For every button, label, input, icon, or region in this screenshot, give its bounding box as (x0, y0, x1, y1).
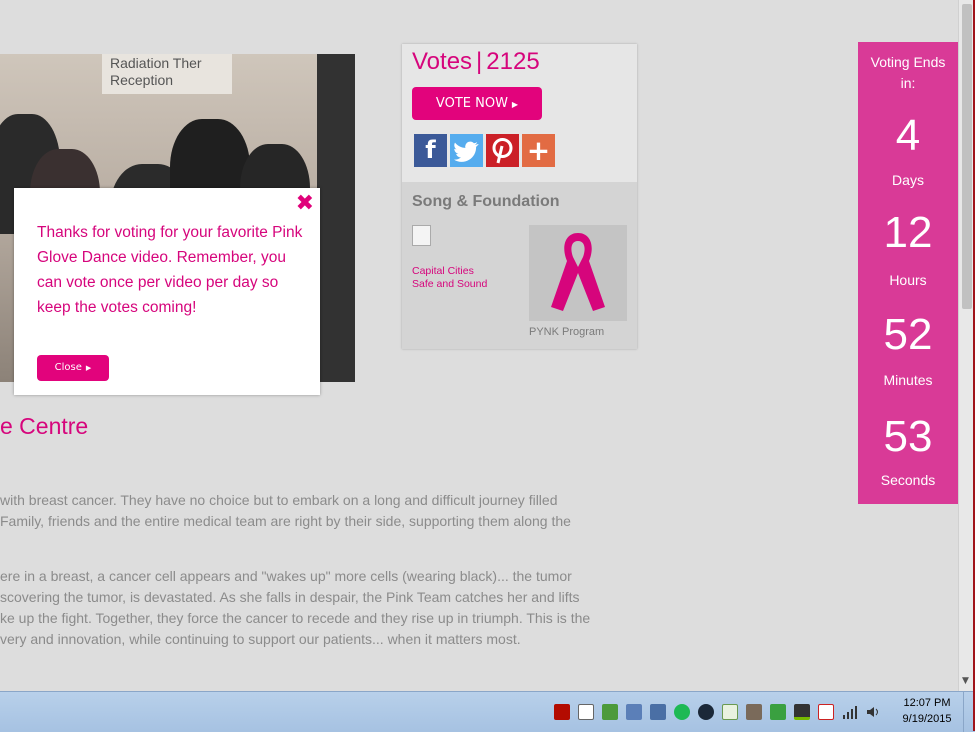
adobe-icon[interactable] (554, 704, 570, 720)
twitter-icon[interactable] (450, 134, 483, 167)
sign-text-2: Reception (110, 72, 174, 88)
clock-time[interactable]: 12:07 PM (893, 697, 961, 709)
body-text-line: Family, friends and the entire medical t… (0, 513, 571, 529)
signal-bars-icon[interactable] (842, 704, 858, 720)
vote-now-button[interactable]: VOTE NOW ▶ (412, 87, 542, 120)
countdown-minutes: 52 (883, 310, 933, 359)
network-app-icon[interactable] (626, 704, 642, 720)
facebook-icon[interactable]: f (414, 134, 447, 167)
song-foundation-panel: Song & Foundation Capital Cities Safe an… (402, 182, 637, 349)
countdown-heading-line1: Voting Ends (870, 54, 946, 70)
countdown-days-label: Days (892, 172, 924, 188)
countdown-minutes-label: Minutes (883, 372, 933, 388)
vote-now-label: VOTE NOW (435, 96, 508, 111)
security-shield-icon[interactable] (602, 704, 618, 720)
close-x-icon[interactable]: ✖ (296, 191, 314, 217)
body-text-line: scovering the tumor, is devastated. As s… (0, 589, 580, 605)
song-title: Song & Foundation (412, 193, 560, 210)
windows-flag-icon[interactable] (578, 704, 594, 720)
sign-text-1: Radiation Ther (110, 55, 202, 71)
nvidia-icon[interactable] (794, 704, 810, 720)
body-text-line: with breast cancer. They have no choice … (0, 492, 558, 508)
votes-counter: Votes | 2125 (412, 48, 540, 76)
countdown-days: 4 (895, 111, 921, 160)
pink-ribbon-icon (551, 233, 605, 311)
share-plus-icon[interactable]: + (522, 134, 555, 167)
countdown-seconds-label: Seconds (880, 472, 936, 488)
spotify-icon[interactable] (674, 704, 690, 720)
votes-label: Votes (412, 48, 473, 75)
modal-close-button[interactable]: Close ▶ (37, 355, 109, 381)
song-link[interactable]: Capital Cities Safe and Sound (412, 265, 487, 291)
voting-countdown: Voting Ends in: 4 Days 12 Hours 52 Minut… (858, 42, 958, 504)
play-triangle-icon: ▶ (511, 100, 519, 109)
page-title: e Centre (0, 413, 89, 439)
modal-message: Thanks for voting for your favorite Pink… (37, 224, 303, 316)
volume-icon[interactable] (865, 704, 881, 720)
tool-x-icon[interactable] (746, 704, 762, 720)
app-leaf-icon[interactable] (722, 704, 738, 720)
pink-ribbon-image[interactable] (529, 225, 627, 321)
body-text-line: ke up the fight. Together, they force th… (0, 610, 591, 626)
page-content: Radiation Ther Reception ✖ Thanks for vo… (0, 0, 958, 691)
vote-confirmation-modal: ✖ Thanks for voting for your favorite Pi… (14, 188, 320, 395)
countdown-heading: Voting Ends in: (858, 52, 958, 94)
pinterest-icon[interactable] (486, 134, 519, 167)
song-link-line1: Capital Cities (412, 265, 474, 277)
clock-date[interactable]: 9/19/2015 (893, 713, 961, 725)
play-triangle-icon: ▶ (85, 364, 92, 372)
checkmark-app-icon[interactable] (770, 704, 786, 720)
windows-taskbar: 12:07 PM 9/19/2015 (0, 691, 975, 732)
body-text-line: ere in a breast, a cancer cell appears a… (0, 568, 572, 584)
countdown-heading-line2: in: (900, 75, 916, 91)
steam-icon[interactable] (698, 704, 714, 720)
song-link-line2: Safe and Sound (412, 278, 488, 290)
votes-separator: | (476, 48, 483, 75)
photo-sign: Radiation Ther Reception (102, 54, 232, 94)
scrollbar-thumb[interactable] (962, 4, 972, 309)
countdown-seconds: 53 (883, 412, 933, 461)
votes-count: 2125 (486, 48, 540, 75)
scroll-down-arrow-icon[interactable]: ▼ (962, 676, 969, 686)
body-text-line: very and innovation, while continuing to… (0, 631, 521, 647)
pen-tool-icon[interactable] (650, 704, 666, 720)
votes-panel: Votes | 2125 VOTE NOW ▶ f + Song & Foundati… (402, 44, 637, 349)
program-label: PYNK Program (529, 326, 605, 338)
broken-image-icon (412, 225, 431, 246)
countdown-hours: 12 (883, 208, 933, 257)
countdown-hours-label: Hours (889, 272, 927, 288)
modal-close-label: Close (54, 362, 82, 373)
action-center-flag-icon[interactable] (818, 704, 834, 720)
